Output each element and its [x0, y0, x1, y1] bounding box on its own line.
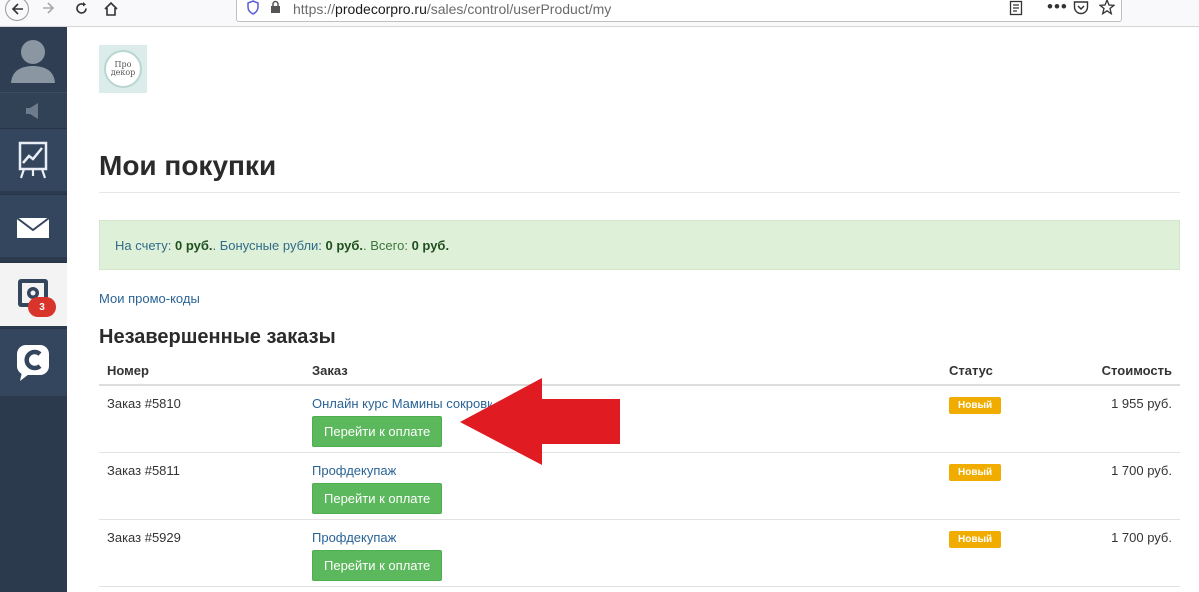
- promo-codes-link[interactable]: Мои промо-коды: [99, 291, 200, 306]
- chat-c-icon: [0, 345, 67, 401]
- url-text[interactable]: https://prodecorpro.ru/sales/control/use…: [293, 1, 611, 17]
- reload-icon[interactable]: [70, 0, 92, 19]
- reader-icon[interactable]: [1009, 0, 1023, 20]
- site-logo[interactable]: Про декор: [99, 45, 147, 93]
- table-row: Заказ #5810 Онлайн курс Мамины сокровища…: [99, 385, 1180, 453]
- browser-toolbar: https://prodecorpro.ru/sales/control/use…: [0, 0, 1199, 27]
- order-number: Заказ #5811: [99, 452, 304, 520]
- column-header-price: Стоимость: [1077, 356, 1180, 386]
- order-product-link[interactable]: Профдекупаж: [312, 530, 933, 545]
- table-row: Заказ #5929 Профдекупаж Перейти к оплате…: [99, 519, 1180, 587]
- forward-arrow-icon[interactable]: [38, 0, 60, 19]
- star-icon[interactable]: [1098, 0, 1116, 19]
- pay-button[interactable]: Перейти к оплате: [312, 416, 443, 447]
- sidebar-item-chat[interactable]: [0, 328, 67, 396]
- sidebar-item-cabinet[interactable]: 3: [0, 262, 67, 326]
- orders-table: Номер Заказ Статус Стоимость Заказ #5810…: [99, 356, 1180, 587]
- column-header-status: Статус: [941, 356, 1077, 386]
- lock-icon[interactable]: [270, 0, 281, 18]
- order-price: 1 955 руб.: [1077, 385, 1180, 453]
- user-avatar-icon[interactable]: [0, 27, 67, 92]
- title-divider: [99, 192, 1180, 193]
- sidebar-item-stats[interactable]: [0, 128, 67, 191]
- table-row: Заказ #5811 Профдекупаж Перейти к оплате…: [99, 452, 1180, 520]
- column-header-number: Номер: [99, 356, 304, 386]
- pay-button[interactable]: Перейти к оплате: [312, 550, 443, 581]
- status-badge: Новый: [949, 464, 1002, 481]
- megaphone-icon[interactable]: [0, 92, 67, 129]
- status-badge: Новый: [949, 397, 1002, 414]
- sidebar: 3: [0, 27, 67, 592]
- shield-icon[interactable]: [247, 0, 259, 19]
- logo-mark: Про декор: [104, 50, 142, 88]
- order-number: Заказ #5810: [99, 385, 304, 453]
- sidebar-item-messages[interactable]: [0, 194, 67, 257]
- address-bar[interactable]: https://prodecorpro.ru/sales/control/use…: [236, 0, 1122, 22]
- balance-panel: На счету: 0 руб.. Бонусные рубли: 0 руб.…: [99, 220, 1180, 270]
- pocket-icon[interactable]: [1073, 0, 1089, 19]
- section-title-unfinished-orders: Незавершенные заказы: [99, 326, 336, 348]
- balance-text: На счету: 0 руб.. Бонусные рубли: 0 руб.…: [115, 238, 450, 253]
- pay-button[interactable]: Перейти к оплате: [312, 483, 443, 514]
- order-number: Заказ #5929: [99, 519, 304, 587]
- notification-badge[interactable]: 3: [28, 297, 56, 317]
- annotation-arrow: [460, 378, 620, 465]
- back-arrow-icon[interactable]: [5, 0, 29, 21]
- mail-icon: [0, 217, 67, 262]
- more-icon[interactable]: •••: [1047, 0, 1068, 17]
- page-title: Мои покупки: [99, 150, 277, 181]
- status-badge: Новый: [949, 531, 1002, 548]
- order-price: 1 700 руб.: [1077, 452, 1180, 520]
- order-price: 1 700 руб.: [1077, 519, 1180, 587]
- home-icon[interactable]: [100, 0, 122, 19]
